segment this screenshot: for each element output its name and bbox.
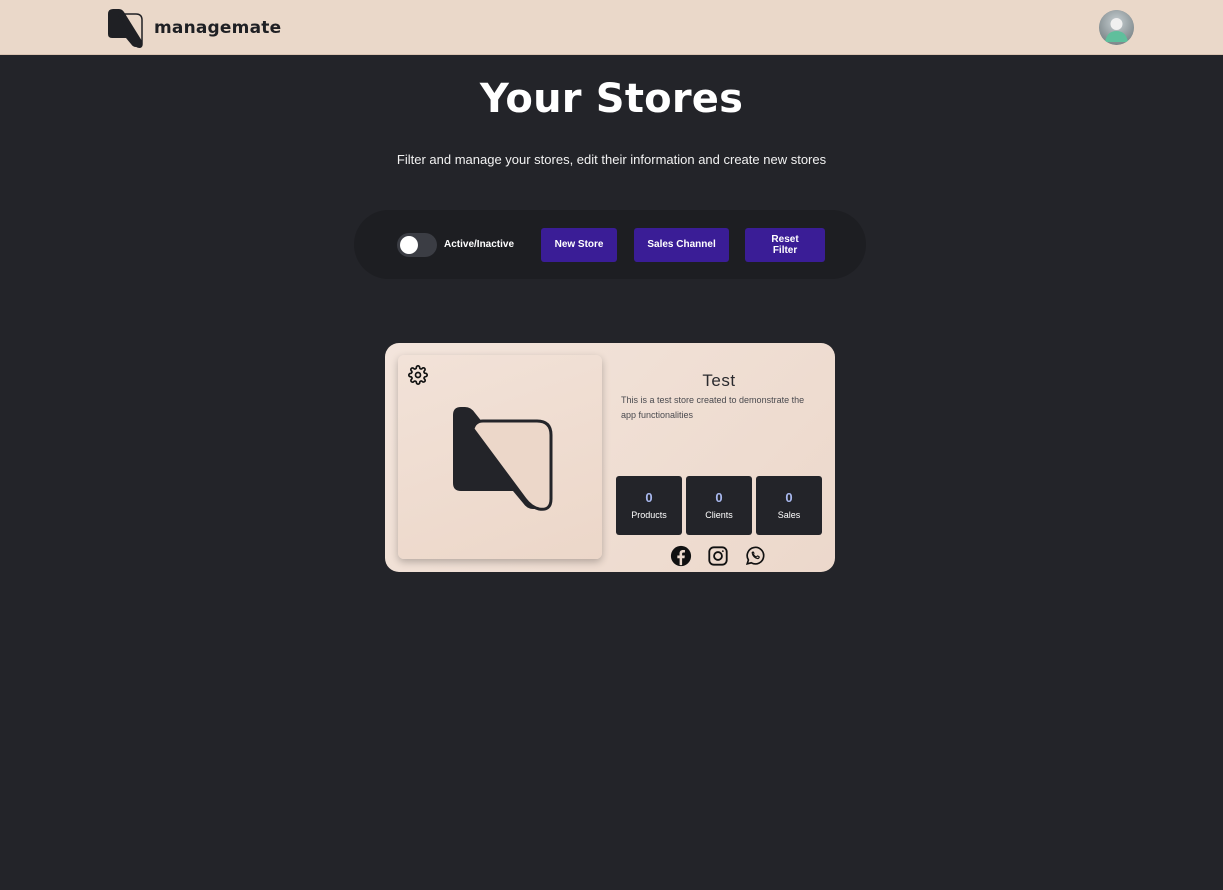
top-navbar: managemate (0, 0, 1223, 55)
stat-value: 0 (785, 490, 793, 505)
active-inactive-toggle[interactable] (397, 232, 437, 257)
stat-label: Products (631, 510, 667, 520)
gear-icon[interactable] (408, 365, 428, 385)
active-filter-toggle-group: Active/Inactive (397, 232, 515, 257)
facebook-icon (670, 545, 692, 567)
store-social-links (670, 545, 781, 567)
user-avatar-button[interactable] (1099, 10, 1134, 45)
new-store-button[interactable]: New Store (541, 227, 618, 262)
toggle-knob (400, 235, 418, 254)
instagram-link[interactable] (707, 545, 729, 567)
instagram-icon (708, 546, 728, 566)
managemate-logo-icon (108, 9, 143, 48)
stat-products: 0 Products (616, 476, 682, 535)
page-subtitle: Filter and manage your stores, edit thei… (396, 152, 827, 167)
brand[interactable]: managemate (106, 8, 281, 48)
store-name: Test (702, 371, 736, 390)
store-image (398, 355, 602, 559)
brand-name: managemate (154, 18, 282, 38)
sales-channel-button[interactable]: Sales Channel (634, 227, 730, 262)
reset-filter-button[interactable]: Reset Filter (745, 227, 826, 262)
facebook-link[interactable] (670, 545, 692, 567)
user-avatar-icon (1099, 10, 1134, 45)
store-logo-icon (453, 407, 553, 511)
page-title: Your Stores (479, 76, 744, 122)
store-card[interactable]: Test This is a test store created to dem… (385, 343, 835, 572)
stat-sales: 0 Sales (756, 476, 822, 535)
active-inactive-label: Active/Inactive (444, 239, 515, 250)
stat-value: 0 (645, 490, 653, 505)
stat-clients: 0 Clients (686, 476, 752, 535)
stat-value: 0 (715, 490, 723, 505)
store-stats: 0 Products 0 Clients 0 Sales (616, 476, 826, 535)
store-description: This is a test store created to demonstr… (621, 395, 805, 420)
stat-label: Sales (777, 510, 801, 520)
store-filter-toolbar: Active/Inactive New Store Sales Channel … (354, 210, 866, 279)
stat-label: Clients (705, 510, 733, 520)
whatsapp-icon (745, 546, 765, 565)
whatsapp-link[interactable] (744, 545, 766, 567)
